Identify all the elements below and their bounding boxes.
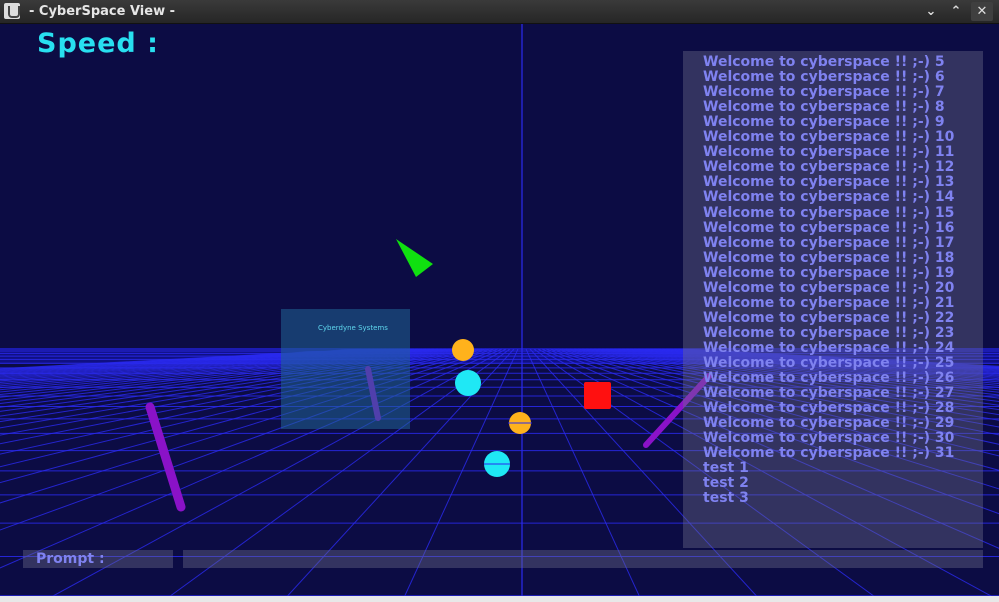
minimize-button[interactable]: ⌄ [920,2,942,21]
log-line: Welcome to cyberspace !! ;-) 16 [703,219,955,236]
maximize-button[interactable]: ⌃ [945,2,967,21]
java-app-icon [4,3,20,19]
green-arrow-avatar [396,239,433,277]
log-line: Welcome to cyberspace !! ;-) 12 [703,159,955,176]
log-line: Welcome to cyberspace !! ;-) 11 [703,144,955,161]
window-title: - CyberSpace View - [29,4,175,19]
log-line: Welcome to cyberspace !! ;-) 15 [703,204,955,221]
log-line: Welcome to cyberspace !! ;-) 25 [703,355,955,371]
prompt-input[interactable] [183,550,983,568]
cyberdyne-screen: Cyberdyne Systems [281,309,410,429]
log-line: Welcome to cyberspace !! ;-) 5 [703,54,945,70]
cyan-sphere-top [455,370,481,396]
orange-sphere-top [452,339,474,361]
log-line: Welcome to cyberspace !! ;-) 9 [703,114,945,131]
log-line: Welcome to cyberspace !! ;-) 17 [703,234,955,251]
speed-label: Speed : [37,28,159,59]
log-line: Welcome to cyberspace !! ;-) 18 [703,249,955,266]
log-line: Welcome to cyberspace !! ;-) 8 [703,99,945,116]
log-line: Welcome to cyberspace !! ;-) 7 [703,84,945,101]
window-titlebar[interactable]: - CyberSpace View - ⌄ ⌃ ✕ [0,0,999,24]
window-bottom-edge [0,596,999,602]
purple-rod-left [145,402,186,512]
log-line: Welcome to cyberspace !! ;-) 20 [703,279,955,296]
log-line: Welcome to cyberspace !! ;-) 19 [703,264,955,281]
prompt-label-box: Prompt : [23,550,173,568]
log-line: Welcome to cyberspace !! ;-) 24 [703,339,955,356]
screen-label: Cyberdyne Systems [318,324,388,332]
log-line: Welcome to cyberspace !! ;-) 28 [703,400,955,417]
close-button[interactable]: ✕ [971,2,993,21]
log-line: Welcome to cyberspace !! ;-) 23 [703,324,955,341]
red-cube [584,382,611,409]
log-line: Welcome to cyberspace !! ;-) 14 [703,189,955,206]
log-line: Welcome to cyberspace !! ;-) 13 [703,174,955,191]
prompt-label: Prompt : [36,551,105,567]
log-line: Welcome to cyberspace !! ;-) 10 [703,129,955,146]
log-line: Welcome to cyberspace !! ;-) 26 [703,370,955,387]
log-line: Welcome to cyberspace !! ;-) 30 [703,430,955,447]
log-line: Welcome to cyberspace !! ;-) 6 [703,69,945,86]
log-line: Welcome to cyberspace !! ;-) 31 [703,445,955,462]
log-line: test 1 [703,460,749,477]
log-line: test 3 [703,490,749,507]
log-line: test 2 [703,475,749,492]
log-line: Welcome to cyberspace !! ;-) 29 [703,415,955,432]
log-line: Welcome to cyberspace !! ;-) 22 [703,309,955,326]
log-line: Welcome to cyberspace !! ;-) 21 [703,294,955,311]
log-line: Welcome to cyberspace !! ;-) 27 [703,385,955,402]
message-log-panel[interactable]: Welcome to cyberspace !! ;-) 5 Welcome to… [683,51,983,548]
cyberspace-viewport[interactable]: Cyberdyne Systems Speed : Welcome to cyb… [0,24,999,602]
